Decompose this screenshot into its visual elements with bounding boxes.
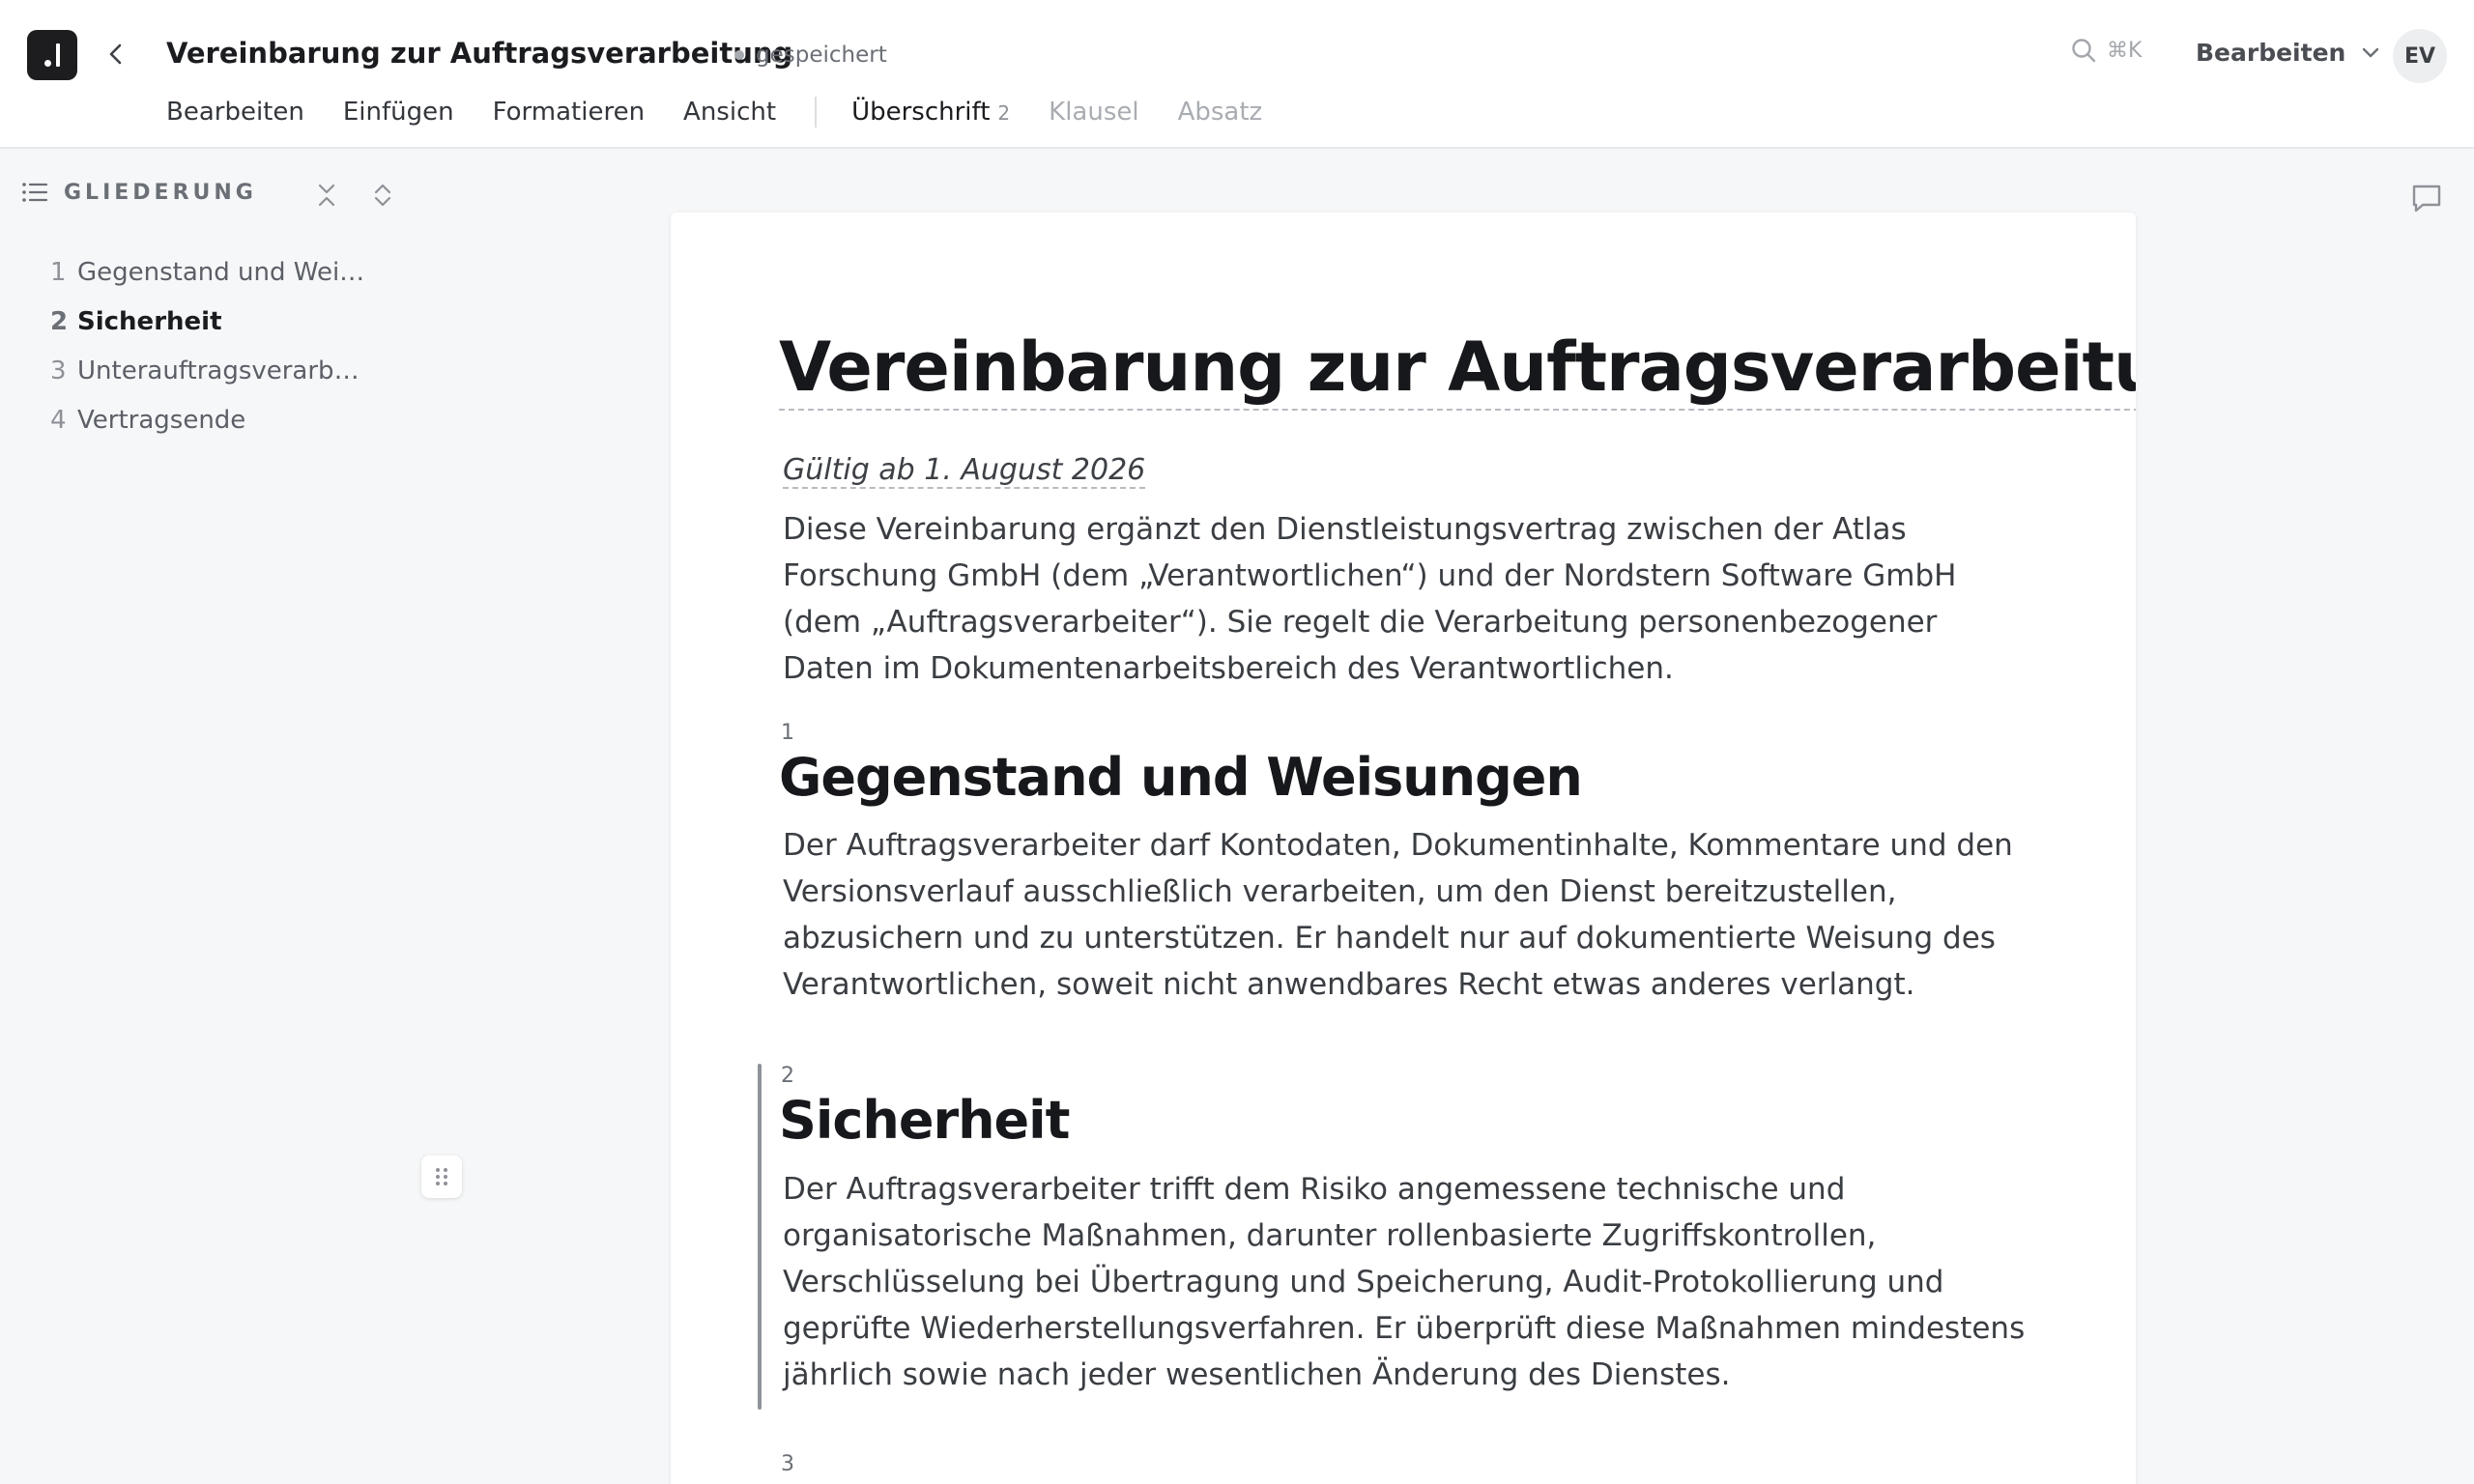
section-number: 3: [781, 1452, 794, 1477]
mode-label: Bearbeiten: [2196, 39, 2346, 67]
search-shortcut: ⌘K: [2107, 38, 2143, 63]
chevron-down-icon: [2363, 47, 2379, 57]
comment-icon: [2412, 185, 2441, 213]
document-page: Vereinbarung zur Auftragsverarbeitung Gü…: [671, 213, 2136, 1484]
expand-icon: [374, 184, 391, 207]
outline-item-number: 2: [50, 306, 69, 336]
save-status: gespeichert: [734, 43, 887, 68]
outline-item-4[interactable]: 4 Vertragsende: [50, 395, 379, 444]
section-number: 1: [781, 720, 794, 745]
outline-item-label: Vertragsende: [77, 405, 246, 435]
top-bar: Vereinbarung zur Auftragsverarbeitung ge…: [0, 0, 2474, 149]
block-type-clause[interactable]: Klausel: [1049, 98, 1138, 127]
expand-all-button[interactable]: [367, 180, 398, 211]
grip-icon: [436, 1168, 447, 1185]
back-button[interactable]: [101, 37, 131, 71]
heading-level: 2: [997, 101, 1011, 125]
list-icon: [22, 183, 48, 202]
outline-item-number: 1: [50, 257, 67, 287]
section-paragraph[interactable]: Der Auftragsverarbeiter darf Kontodaten,…: [783, 822, 2035, 1008]
outline-item-label: Unterauftragsverarbeitung: [77, 356, 367, 385]
outline-item-label: Sicherheit: [77, 306, 222, 336]
mode-dropdown[interactable]: Bearbeiten: [2196, 39, 2380, 67]
outline-item-label: Gegenstand und Weisungen: [77, 257, 367, 287]
section-number: 2: [781, 1064, 794, 1089]
menu-edit[interactable]: Bearbeiten: [166, 98, 304, 127]
block-drag-handle[interactable]: [421, 1156, 462, 1198]
block-type-heading[interactable]: Überschrift 2: [851, 98, 1010, 127]
section-1: 1 Gegenstand und Weisungen Der Auftragsv…: [779, 721, 2035, 1009]
outline-item-1[interactable]: 1 Gegenstand und Weisungen: [50, 247, 379, 297]
avatar[interactable]: EV: [2393, 29, 2447, 83]
menu-format[interactable]: Formatieren: [493, 98, 645, 127]
block-type-paragraph[interactable]: Absatz: [1178, 98, 1263, 127]
comments-button[interactable]: [2410, 182, 2443, 214]
app-logo[interactable]: [27, 30, 77, 80]
outline-item-number: 3: [50, 356, 67, 385]
document-content: Vereinbarung zur Auftragsverarbeitung Gü…: [758, 328, 2136, 1476]
section-heading[interactable]: Sicherheit: [779, 1090, 2035, 1153]
document-title[interactable]: Vereinbarung zur Auftragsverarbeitung: [166, 37, 792, 70]
document-heading[interactable]: Vereinbarung zur Auftragsverarbeitung: [779, 328, 2136, 411]
menu-view[interactable]: Ansicht: [683, 98, 776, 127]
search-button[interactable]: ⌘K: [2070, 37, 2142, 64]
status-dot: [734, 50, 744, 60]
section-heading[interactable]: Gegenstand und Weisungen: [779, 747, 2035, 810]
chevron-left-icon: [109, 43, 122, 65]
outline-header: GLIEDERUNG: [21, 180, 257, 205]
section-3: 3: [779, 1452, 2035, 1476]
collapse-icon: [318, 184, 335, 207]
section-paragraph[interactable]: Der Auftragsverarbeiter trifft dem Risik…: [783, 1166, 2035, 1398]
search-icon: [2072, 39, 2096, 63]
menu-insert[interactable]: Einfügen: [343, 98, 454, 127]
heading-label: Überschrift: [851, 98, 991, 127]
collapse-all-button[interactable]: [311, 180, 342, 211]
section-2-selected: 2 Sicherheit Der Auftragsverarbeiter tri…: [758, 1064, 2035, 1411]
intro-paragraph[interactable]: Diese Vereinbarung ergänzt den Dienstlei…: [783, 506, 2035, 692]
outline-item-3[interactable]: 3 Unterauftragsverarbeitung: [50, 346, 379, 395]
outline-list: 1 Gegenstand und Weisungen 2 Sicherheit 3U…: [50, 247, 379, 444]
menu-divider: [815, 97, 818, 128]
effective-date[interactable]: Gültig ab 1. August 2026: [783, 453, 1146, 489]
save-status-label: gespeichert: [756, 43, 887, 68]
outline-item-number: 4: [50, 405, 67, 435]
outline-item-2[interactable]: 2 Sicherheit: [50, 297, 379, 346]
outline-title: GLIEDERUNG: [64, 180, 257, 205]
menu-bar: Bearbeiten Einfügen Formatieren Ansicht …: [166, 97, 1301, 128]
